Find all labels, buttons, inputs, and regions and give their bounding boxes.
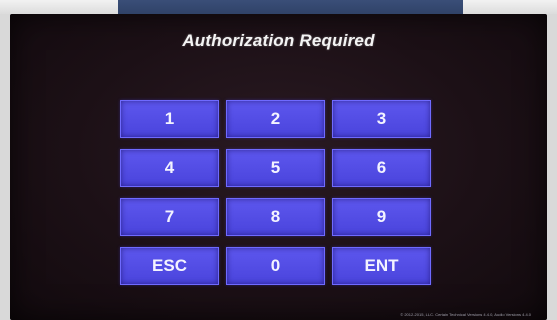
key-6-button[interactable]: 6 — [332, 149, 431, 187]
device-bezel-left — [0, 0, 118, 14]
key-7-button[interactable]: 7 — [120, 198, 219, 236]
enter-button[interactable]: ENT — [332, 247, 431, 285]
numeric-keypad: 1 2 3 4 5 6 7 8 9 ESC 0 ENT — [120, 100, 432, 285]
page-title: Authorization Required — [182, 31, 375, 50]
footer-copyright: © 2012-2015, LLC. Certain Technical Vers… — [400, 312, 531, 317]
key-2-button[interactable]: 2 — [226, 100, 325, 138]
key-9-button[interactable]: 9 — [332, 198, 431, 236]
key-8-button[interactable]: 8 — [226, 198, 325, 236]
key-3-button[interactable]: 3 — [332, 100, 431, 138]
device-bezel-right — [463, 0, 557, 14]
key-5-button[interactable]: 5 — [226, 149, 325, 187]
escape-button[interactable]: ESC — [120, 247, 219, 285]
key-4-button[interactable]: 4 — [120, 149, 219, 187]
key-1-button[interactable]: 1 — [120, 100, 219, 138]
key-0-button[interactable]: 0 — [226, 247, 325, 285]
authorization-screen: Authorization Required 1 2 3 4 5 6 7 8 9… — [10, 14, 547, 320]
